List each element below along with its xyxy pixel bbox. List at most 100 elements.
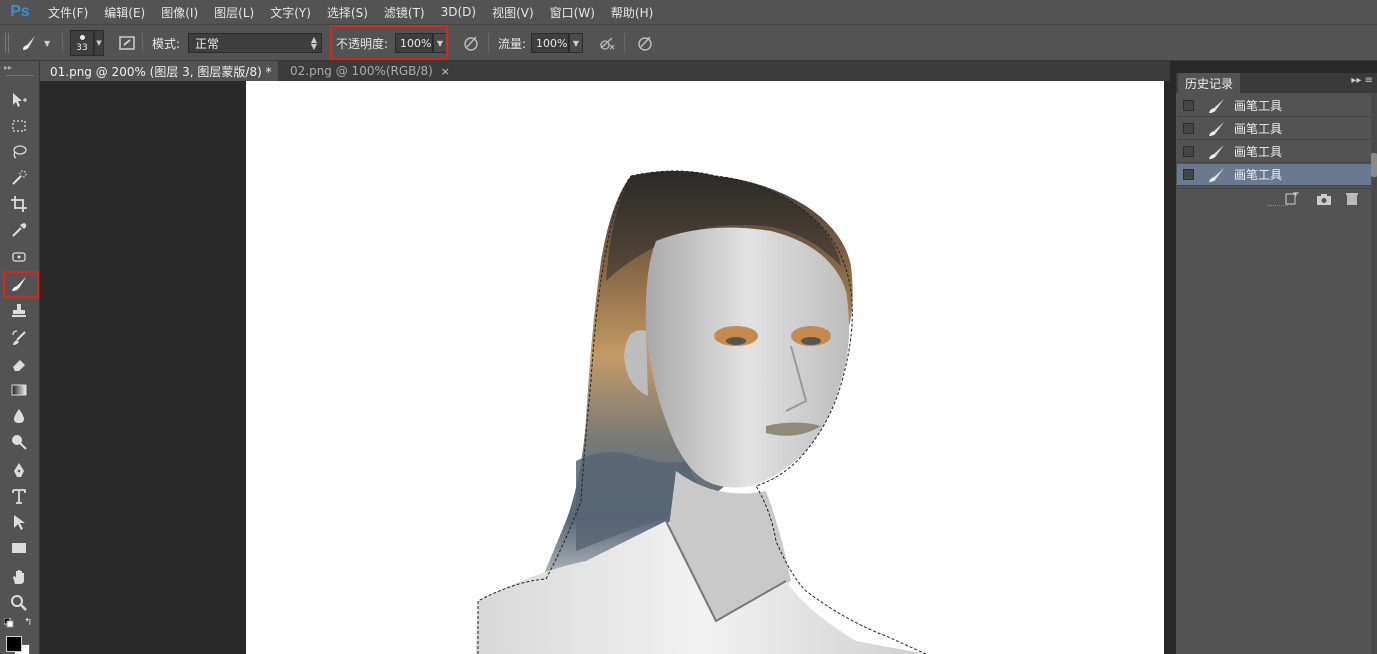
- eyedropper-icon: [12, 223, 27, 237]
- rectangle-tool[interactable]: [6, 537, 32, 559]
- portrait-image: [476, 170, 927, 654]
- brush-icon: [1206, 121, 1228, 137]
- collapse-icon[interactable]: ▸▸: [4, 63, 12, 72]
- brush-icon: [1206, 144, 1228, 160]
- lasso-icon: [13, 145, 27, 159]
- path-select-icon: [14, 515, 25, 530]
- menu-file[interactable]: 文件(F): [40, 4, 96, 21]
- snapshot-camera-icon[interactable]: [1316, 192, 1332, 206]
- tab-01-png[interactable]: 01.png @ 200% (图层 3, 图层蒙版/8) * ×: [40, 61, 289, 81]
- type-icon: [12, 489, 26, 504]
- history-item-label: 画笔工具: [1234, 99, 1283, 113]
- mode-value: 正常: [195, 36, 220, 51]
- brush-size-picker[interactable]: 33 ▼: [70, 25, 104, 61]
- flow-input[interactable]: 100%: [531, 33, 569, 53]
- mode-select[interactable]: 正常 ▲ ▼: [188, 33, 322, 53]
- menu-bar: Ps 文件(F) 编辑(E) 图像(I) 图层(L) 文字(Y) 选择(S) 滤…: [0, 0, 1377, 24]
- panel-empty-area: [1176, 213, 1371, 654]
- default-colors-icon[interactable]: [3, 617, 14, 628]
- menu-edit[interactable]: 编辑(E): [96, 4, 153, 21]
- marquee-icon: [12, 120, 26, 132]
- tab-02-png[interactable]: 02.png @ 100%(RGB/8) ×: [280, 61, 450, 81]
- history-item-selected[interactable]: 画笔工具: [1177, 164, 1371, 186]
- eraser-tool[interactable]: [6, 353, 32, 375]
- chevron-down-icon: ▼: [94, 30, 104, 56]
- tab-label: 01.png @ 200% (图层 3, 图层蒙版/8) *: [50, 64, 272, 79]
- history-checkbox[interactable]: [1183, 123, 1194, 134]
- airbrush-toggle[interactable]: [596, 25, 618, 61]
- new-document-from-state-icon[interactable]: [1284, 190, 1300, 206]
- pressure-size-icon: [634, 32, 656, 54]
- scrollbar-thumb[interactable]: [1371, 153, 1377, 177]
- history-item[interactable]: 画笔工具: [1177, 95, 1371, 117]
- healing-brush-icon: [12, 252, 26, 262]
- dodge-tool[interactable]: [6, 431, 32, 453]
- scrollbar[interactable]: [1371, 93, 1377, 654]
- photoshop-logo: Ps: [10, 3, 30, 20]
- mode-label: 模式:: [152, 36, 181, 51]
- healing-brush-tool[interactable]: [6, 246, 32, 268]
- gradient-icon: [11, 384, 27, 396]
- gradient-tool[interactable]: [6, 379, 32, 401]
- blur-tool[interactable]: [6, 405, 32, 427]
- pen-icon: [14, 463, 24, 477]
- history-item-label: 画笔工具: [1234, 168, 1283, 182]
- type-tool[interactable]: [6, 485, 32, 507]
- flow-dropdown-arrow[interactable]: ▼: [569, 33, 583, 53]
- quick-select-tool[interactable]: [6, 167, 32, 189]
- pen-tool[interactable]: [6, 459, 32, 481]
- rectangle-icon: [12, 543, 26, 553]
- brush-preset-icon: [18, 32, 40, 54]
- resize-grip[interactable]: [1268, 205, 1288, 207]
- brush-size-preview: 33: [70, 30, 94, 56]
- swap-colors-icon[interactable]: ↰: [24, 617, 32, 628]
- menu-filter[interactable]: 滤镜(T): [376, 4, 433, 21]
- brush-panel-toggle[interactable]: [116, 25, 138, 61]
- menu-3d[interactable]: 3D(D): [433, 5, 484, 19]
- hand-tool[interactable]: [6, 566, 32, 588]
- panel-menu-icon[interactable]: ▸▸ ≡: [1351, 75, 1373, 86]
- menu-window[interactable]: 窗口(W): [542, 4, 603, 21]
- close-icon[interactable]: ×: [441, 65, 450, 78]
- opacity-highlight-box: [330, 25, 448, 60]
- brush-tip-icon: [80, 35, 85, 40]
- marquee-tool[interactable]: [6, 115, 32, 137]
- lasso-tool[interactable]: [6, 141, 32, 163]
- menu-layer[interactable]: 图层(L): [206, 4, 262, 21]
- menu-image[interactable]: 图像(I): [153, 4, 206, 21]
- brush-panel-icon: [116, 32, 138, 54]
- move-tool[interactable]: [6, 89, 32, 111]
- history-item-label: 画笔工具: [1234, 145, 1283, 159]
- image-canvas[interactable]: [246, 81, 1164, 654]
- clone-stamp-tool[interactable]: [6, 300, 32, 322]
- menu-view[interactable]: 视图(V): [484, 4, 542, 21]
- history-panel: 历史记录 ▸▸ ≡ 画笔工具 画笔工具 画笔工具 画笔工具: [1176, 73, 1377, 654]
- move-icon: [13, 93, 27, 107]
- zoom-tool[interactable]: [6, 592, 32, 614]
- history-checkbox[interactable]: [1183, 146, 1194, 157]
- history-checkbox[interactable]: [1183, 100, 1194, 111]
- crop-tool[interactable]: [6, 193, 32, 215]
- pressure-opacity-icon: [460, 32, 482, 54]
- pressure-opacity-toggle[interactable]: [460, 25, 482, 61]
- history-checkbox[interactable]: [1183, 169, 1194, 180]
- menu-type[interactable]: 文字(Y): [262, 4, 319, 21]
- tab-label: 02.png @ 100%(RGB/8): [290, 64, 433, 78]
- document-area[interactable]: [40, 81, 1170, 654]
- menu-select[interactable]: 选择(S): [319, 4, 376, 21]
- pressure-size-toggle[interactable]: [634, 25, 656, 61]
- brush-highlight-box: [3, 271, 39, 298]
- history-item[interactable]: 画笔工具: [1177, 118, 1371, 140]
- options-bar: ▼ 33 ▼ 模式: 正常 ▲ ▼ 不透明度: 100% ▼ 流量: 100% …: [0, 24, 1377, 61]
- history-tab[interactable]: 历史记录: [1178, 73, 1241, 93]
- foreground-color-swatch[interactable]: [6, 636, 22, 652]
- history-item[interactable]: 画笔工具: [1177, 141, 1371, 163]
- tools-panel: ▸▸ ↰: [0, 61, 40, 654]
- path-select-tool[interactable]: [6, 511, 32, 533]
- eyedropper-tool[interactable]: [6, 219, 32, 241]
- history-brush-tool[interactable]: [6, 327, 32, 349]
- tool-preset-picker[interactable]: ▼: [18, 25, 50, 61]
- trash-icon[interactable]: [1344, 192, 1360, 206]
- history-item-label: 画笔工具: [1234, 122, 1283, 136]
- menu-help[interactable]: 帮助(H): [603, 4, 661, 21]
